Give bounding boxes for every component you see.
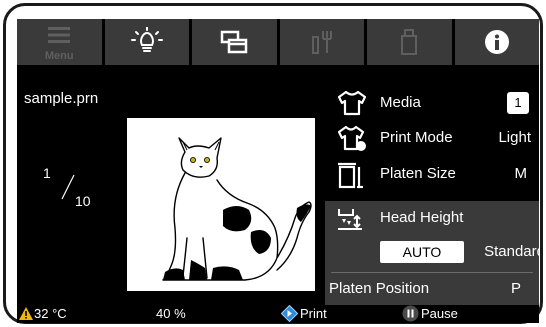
menu-label: Menu (44, 50, 74, 62)
printer-bezel: Menu sample.prn 1 10 Media 1 Print Mode … (3, 3, 543, 324)
panel-divider (331, 272, 533, 273)
temperature-readout: 32 °C (34, 306, 67, 321)
status-bar: 32 °C 40 % Print Pause (17, 305, 539, 323)
info-button[interactable] (454, 19, 539, 65)
info-icon (484, 30, 509, 54)
head-height-label: Head Height (380, 209, 464, 226)
maintenance-light-button[interactable] (104, 19, 189, 65)
top-toolbar: Menu (17, 19, 539, 65)
print-mode-label: Print Mode (380, 129, 453, 146)
media-value: 1 (507, 92, 529, 114)
print-icon[interactable] (281, 305, 298, 322)
platen-size-row[interactable]: Platen Size M (333, 157, 539, 191)
print-button-label[interactable]: Print (300, 306, 327, 321)
copy-counter: 1 10 (43, 165, 103, 225)
menu-icon (48, 27, 71, 43)
usb-drive-icon (401, 29, 418, 55)
total-copies: 10 (75, 193, 91, 209)
pause-button-label[interactable]: Pause (421, 306, 458, 321)
media-row[interactable]: Media 1 (333, 86, 539, 120)
media-label: Media (380, 94, 421, 111)
menu-button[interactable]: Menu (17, 19, 102, 65)
fraction-slash (61, 174, 75, 200)
print-mode-row[interactable]: Print Mode Light (333, 121, 539, 155)
t-shirt-icon (337, 90, 367, 116)
usb-drive-button[interactable] (367, 19, 452, 65)
print-mode-value: Light (498, 129, 531, 146)
platen-position-label: Platen Position (329, 280, 430, 297)
platen-position-value: P (510, 280, 521, 297)
platen-size-value: M (514, 165, 528, 182)
pause-icon[interactable] (402, 305, 419, 322)
head-height-icon (338, 209, 362, 230)
control-panel-screen: Menu sample.prn 1 10 Media 1 Print Mode … (17, 19, 539, 323)
cat-illustration (127, 118, 315, 291)
warning-icon (19, 307, 33, 320)
job-list-button[interactable] (192, 19, 277, 65)
maintenance-light-icon (130, 27, 163, 52)
head-height-auto-badge[interactable]: AUTO (380, 241, 464, 263)
job-filename: sample.prn (24, 90, 99, 107)
head-height-panel[interactable]: Head Height AUTO Standard Platen Positio… (325, 201, 539, 305)
ink-status-icon (311, 31, 332, 54)
platen-size-label: Platen Size (380, 165, 456, 182)
print-preview-image[interactable] (127, 118, 315, 291)
print-mode-icon (337, 125, 366, 151)
platen-icon (338, 162, 363, 189)
progress-readout: 40 % (156, 306, 186, 321)
job-list-icon (221, 30, 248, 54)
head-height-value: Standard (484, 243, 539, 260)
ink-status-button[interactable] (279, 19, 364, 65)
